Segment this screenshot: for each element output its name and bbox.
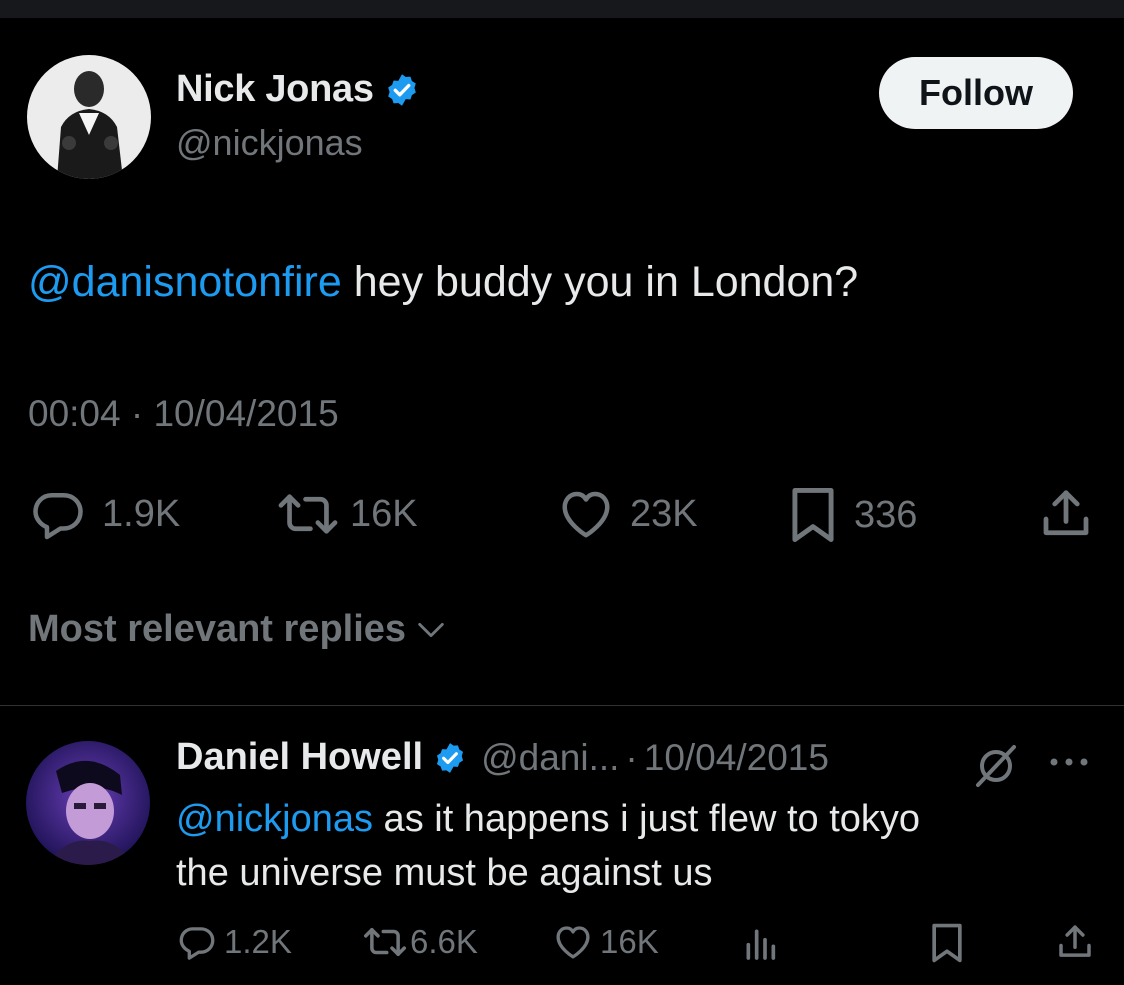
- more-options-icon[interactable]: [1045, 747, 1093, 782]
- author-avatar[interactable]: [27, 55, 151, 179]
- reply-mention-link[interactable]: @nickjonas: [176, 798, 373, 840]
- tweet-timestamp[interactable]: 00:04 · 10/04/2015: [28, 393, 339, 435]
- reply-date[interactable]: 10/04/2015: [644, 737, 829, 779]
- author-handle[interactable]: @nickjonas: [176, 122, 363, 164]
- reply-like-count: 16K: [600, 923, 659, 960]
- reply-share-action[interactable]: [1054, 921, 1096, 963]
- share-action[interactable]: [1036, 484, 1096, 544]
- author-name-row: Nick Jonas: [176, 68, 420, 111]
- bookmark-action[interactable]: 336: [786, 484, 917, 546]
- reply-icon: [33, 493, 83, 540]
- heart-icon: [556, 926, 590, 959]
- verified-badge-icon: [387, 73, 416, 106]
- reply-count: 1.9K: [102, 492, 181, 535]
- author-name[interactable]: Nick Jonas: [176, 68, 374, 111]
- replies-sort-dropdown[interactable]: Most relevant replies: [28, 608, 448, 651]
- reply-retweet-count: 6.6K: [410, 923, 478, 960]
- retweet-count: 16K: [350, 492, 418, 535]
- retweet-icon: [364, 928, 406, 956]
- retweet-action[interactable]: 16K: [276, 484, 418, 544]
- bookmark-count: 336: [854, 493, 918, 536]
- tweet-body: hey buddy you in London?: [341, 258, 859, 306]
- retweet-icon: [278, 494, 338, 534]
- section-divider: [0, 705, 1124, 706]
- reply-reply-count: 1.2K: [224, 923, 292, 960]
- reply-reply-action[interactable]: 1.2K: [176, 921, 292, 963]
- chevron-down-icon: [418, 622, 444, 637]
- reply-separator: ·: [625, 736, 638, 778]
- follow-button[interactable]: Follow: [879, 57, 1073, 129]
- bookmark-icon: [932, 923, 962, 963]
- tweet-text: @danisnotonfire hey buddy you in London?: [28, 258, 858, 307]
- reply-views-action[interactable]: [742, 923, 778, 963]
- reply-retweet-action[interactable]: 6.6K: [362, 921, 478, 963]
- tweet-mention-link[interactable]: @danisnotonfire: [28, 258, 342, 306]
- like-count: 23K: [630, 492, 698, 535]
- verified-badge-icon: [437, 742, 464, 773]
- reply-text: @nickjonas as it happens i just flew to …: [176, 792, 1076, 900]
- reply-like-action[interactable]: 16K: [552, 921, 659, 963]
- reply-author-name[interactable]: Daniel Howell: [176, 736, 423, 779]
- reply-icon: [179, 927, 215, 960]
- reply-header: Daniel Howell @dani... · 10/04/2015: [176, 736, 829, 779]
- reply-author-handle[interactable]: @dani...: [481, 737, 619, 779]
- reply-body-line2: the universe must be against us: [176, 852, 713, 894]
- top-bar: [0, 0, 1124, 18]
- share-icon: [1043, 490, 1089, 536]
- replies-sort-label: Most relevant replies: [28, 608, 407, 650]
- share-icon: [1059, 925, 1091, 957]
- grok-icon[interactable]: [972, 741, 1020, 794]
- reply-bookmark-action[interactable]: [928, 921, 966, 965]
- reply-author-avatar[interactable]: [26, 741, 150, 865]
- views-icon: [746, 929, 776, 960]
- reply-body-line1: as it happens i just flew to tokyo: [373, 798, 921, 840]
- reply-action[interactable]: 1.9K: [28, 484, 180, 544]
- heart-icon: [562, 491, 610, 538]
- like-action[interactable]: 23K: [556, 484, 698, 544]
- bookmark-icon: [792, 488, 834, 542]
